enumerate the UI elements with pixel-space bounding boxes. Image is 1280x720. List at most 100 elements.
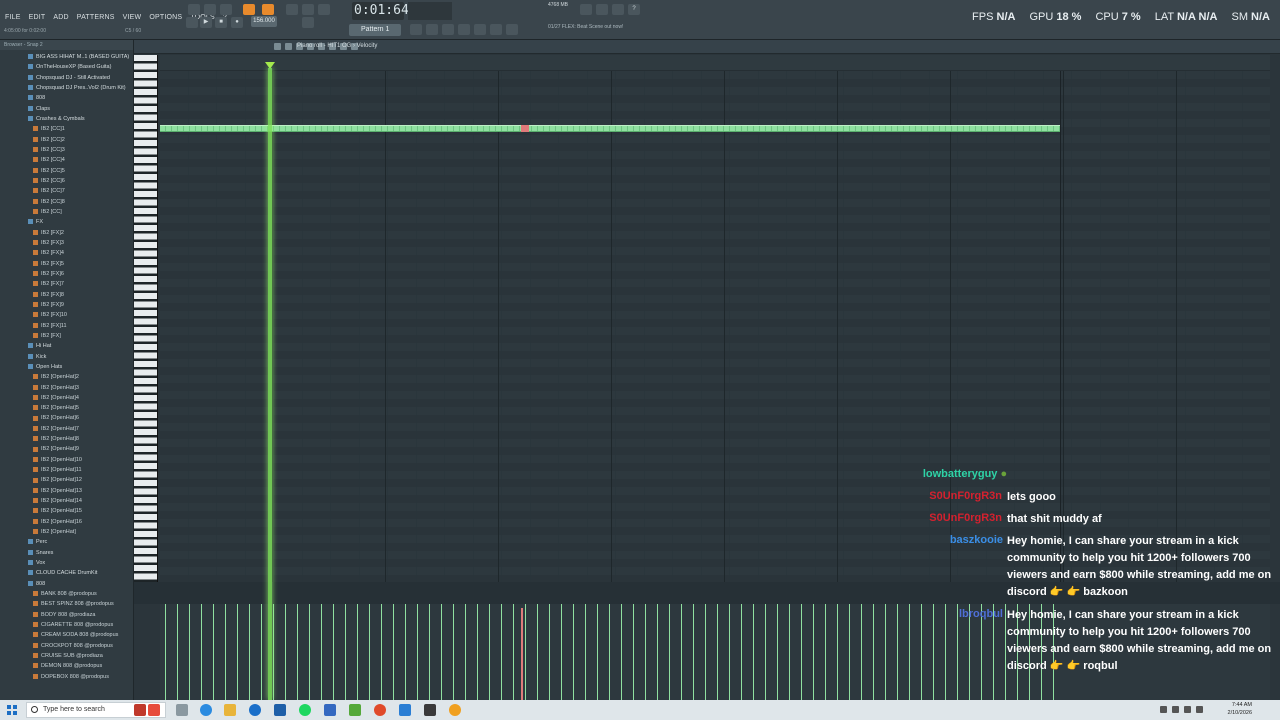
browser-folder[interactable]: Perc (0, 537, 133, 547)
browser-file[interactable]: IB2 [FX] (0, 331, 133, 341)
browser-file[interactable]: IB2 [FX]10 (0, 310, 133, 320)
news-ticker[interactable]: 01/27 FLEX: Beat Scene out now! (548, 24, 628, 30)
browser-folder[interactable]: Snares (0, 548, 133, 558)
browser-folder[interactable]: 808 (0, 93, 133, 103)
browser-file[interactable]: IB2 [FX]11 (0, 321, 133, 331)
browser-file[interactable]: IB2 [OpenHat]14 (0, 496, 133, 506)
pat-mode-button[interactable] (243, 4, 255, 15)
browser-file[interactable]: CIGARETTE 808 @prodopus (0, 620, 133, 630)
tray-icon[interactable] (1160, 706, 1167, 713)
app-icon[interactable] (274, 704, 286, 716)
browser-file[interactable]: CREAM SODA 808 @prodopus (0, 630, 133, 640)
browser-folder[interactable]: Chopsquad DJ Pres..Vol2 (Drum Kit) (0, 83, 133, 93)
play-button[interactable]: ▶ (200, 17, 212, 28)
browser-file[interactable]: IB2 [CC]6 (0, 176, 133, 186)
browser-file[interactable]: IB2 [OpenHat]9 (0, 444, 133, 454)
browser-file[interactable]: IB2 [CC]1 (0, 124, 133, 134)
browser-file[interactable]: IB2 [CC]8 (0, 197, 133, 207)
piano-keyboard[interactable] (134, 55, 158, 582)
channel-rack-icon[interactable] (442, 24, 454, 35)
timeline-ruler[interactable] (160, 55, 1270, 71)
blend-icon[interactable] (318, 4, 330, 15)
browser-file[interactable]: IB2 [CC]3 (0, 145, 133, 155)
browser-file[interactable]: CRUISE SUB @prodiaza (0, 651, 133, 661)
app-icon[interactable] (424, 704, 436, 716)
cpu-icon[interactable] (580, 4, 592, 15)
browser-file[interactable]: IB2 [FX]3 (0, 238, 133, 248)
browser-file[interactable]: IB2 [FX]8 (0, 290, 133, 300)
settings-icon[interactable] (596, 4, 608, 15)
snap-icon[interactable] (188, 4, 200, 15)
loop-icon[interactable] (220, 4, 232, 15)
browser-file[interactable]: IB2 [OpenHat]10 (0, 455, 133, 465)
plugin-picker-icon[interactable] (490, 24, 502, 35)
note-row[interactable] (160, 125, 1060, 132)
help-icon[interactable]: ? (628, 4, 640, 15)
spotify-icon[interactable] (299, 704, 311, 716)
tool-draw-icon[interactable] (274, 43, 281, 50)
windows-start-icon[interactable] (7, 705, 17, 715)
browser-folder[interactable]: Vox (0, 558, 133, 568)
browser-file[interactable]: IB2 [FX]9 (0, 300, 133, 310)
browser-file[interactable]: IB2 [FX]7 (0, 279, 133, 289)
note-grid[interactable] (160, 71, 1270, 582)
edge-icon[interactable] (200, 704, 212, 716)
menu-view[interactable]: VIEW (122, 13, 143, 22)
browser-folder[interactable]: OnTheHouseXP (Based Guita) (0, 62, 133, 72)
pattern-selector[interactable]: Pattern 1 (349, 24, 401, 36)
metronome-icon[interactable] (286, 4, 298, 15)
browser-file[interactable]: IB2 [CC]4 (0, 155, 133, 165)
browser-file[interactable]: IB2 [OpenHat]3 (0, 383, 133, 393)
taskbar-app-icon[interactable] (134, 704, 146, 716)
browser-file[interactable]: IB2 [OpenHat] (0, 527, 133, 537)
browser-folder[interactable]: Crashes & Cymbals (0, 114, 133, 124)
app-icon[interactable] (324, 704, 336, 716)
wait-icon[interactable] (302, 4, 314, 15)
playlist-icon[interactable] (410, 24, 422, 35)
browser-file[interactable]: BODY 808 @prodiaza (0, 610, 133, 620)
touch-icon[interactable] (506, 24, 518, 35)
selected-note[interactable] (521, 125, 529, 132)
taskbar-clock[interactable]: 7:44 AM 2/10/2026 (1228, 701, 1252, 717)
browser-file[interactable]: IB2 [OpenHat]4 (0, 393, 133, 403)
mic-icon[interactable] (612, 4, 624, 15)
browser-icon[interactable] (474, 24, 486, 35)
record-button[interactable]: ● (231, 17, 243, 28)
menu-edit[interactable]: EDIT (28, 13, 47, 22)
browser-file[interactable]: IB2 [OpenHat]2 (0, 372, 133, 382)
browser-file[interactable]: BANK 808 @prodopus (0, 589, 133, 599)
browser-file[interactable]: IB2 [FX]2 (0, 228, 133, 238)
tempo-display[interactable]: 156.000 (251, 16, 277, 27)
browser-file[interactable]: IB2 [FX]6 (0, 269, 133, 279)
browser-file[interactable]: DOPEBOX 808 @prodopus (0, 672, 133, 682)
file-explorer-icon[interactable] (224, 704, 236, 716)
browser-folder[interactable]: CLOUD CACHE DrumKit (0, 568, 133, 578)
browser-file[interactable]: IB2 [CC] (0, 207, 133, 217)
browser-file[interactable]: IB2 [OpenHat]13 (0, 486, 133, 496)
taskbar-app-icon[interactable] (148, 704, 160, 716)
menu-add[interactable]: ADD (52, 13, 69, 22)
browser-file[interactable]: IB2 [OpenHat]5 (0, 403, 133, 413)
browser-file[interactable]: IB2 [FX]4 (0, 248, 133, 258)
browser-file[interactable]: IB2 [OpenHat]12 (0, 475, 133, 485)
pat-song-icon[interactable] (204, 4, 216, 15)
network-icon[interactable] (1184, 706, 1191, 713)
browser-folder[interactable]: Claps (0, 104, 133, 114)
browser-folder[interactable]: FX (0, 217, 133, 227)
menu-file[interactable]: FILE (4, 13, 22, 22)
record-mode-button[interactable] (262, 4, 274, 15)
vscode-icon[interactable] (399, 704, 411, 716)
browser-folder[interactable]: Kick (0, 352, 133, 362)
browser-file[interactable]: IB2 [CC]5 (0, 166, 133, 176)
app-icon[interactable] (349, 704, 361, 716)
browser-file[interactable]: IB2 [OpenHat]16 (0, 517, 133, 527)
menu-patterns[interactable]: PATTERNS (76, 13, 116, 22)
fl-studio-icon[interactable] (449, 704, 461, 716)
browser-app-icon[interactable] (249, 704, 261, 716)
tray-icon[interactable] (1172, 706, 1179, 713)
obs-icon[interactable] (374, 704, 386, 716)
browser-file[interactable]: BEST SPINZ 808 @prodopus (0, 599, 133, 609)
browser-file[interactable]: IB2 [OpenHat]11 (0, 465, 133, 475)
step-icon[interactable] (186, 17, 198, 28)
piano-roll-icon[interactable] (426, 24, 438, 35)
